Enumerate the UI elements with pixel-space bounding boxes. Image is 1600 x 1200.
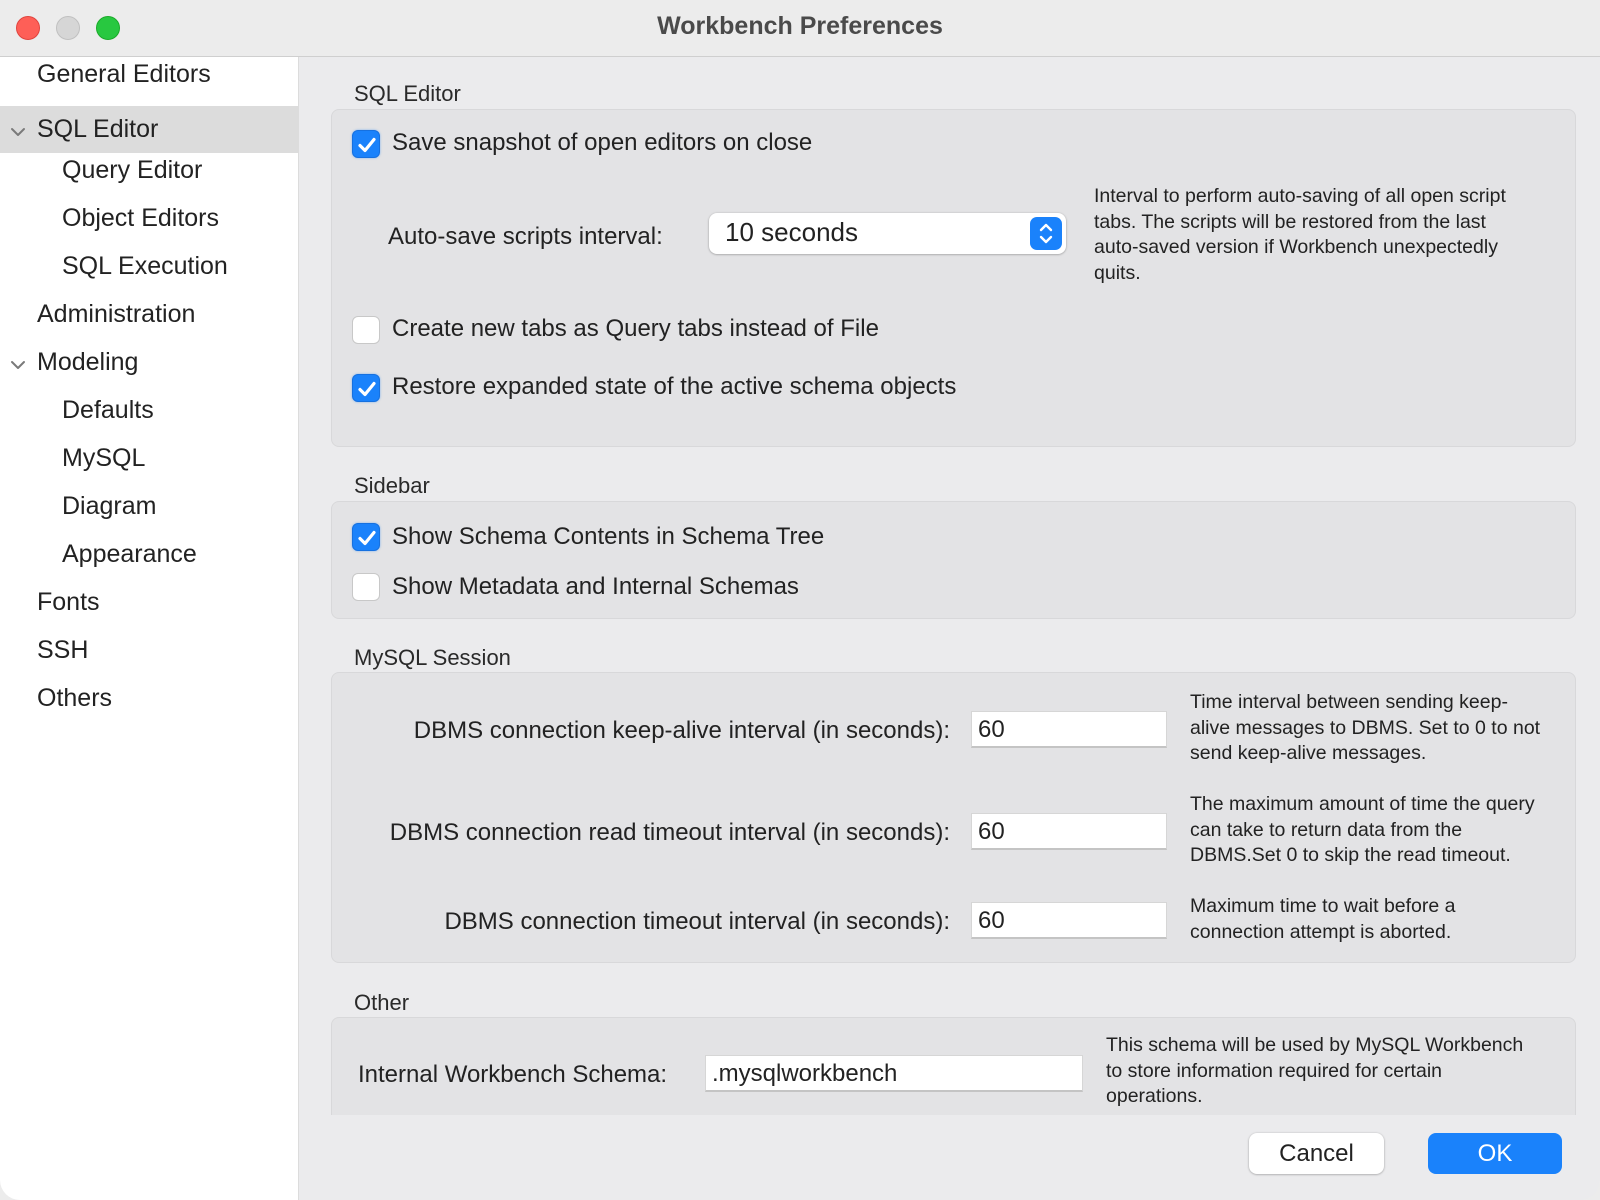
read-timeout-value: 60 [978, 818, 1005, 845]
sidebar-item-diagram[interactable]: Diagram [0, 483, 298, 530]
read-timeout-label: DBMS connection read timeout interval (i… [389, 819, 950, 846]
internal-schema-label: Internal Workbench Schema: [358, 1061, 668, 1088]
sidebar-item-modeling[interactable]: Modeling [0, 339, 298, 386]
description-line: can take to return data from the [1190, 818, 1463, 841]
checkmark-icon [358, 137, 376, 153]
show-metadata-checkbox[interactable] [352, 573, 380, 601]
sidebar-item-label: General Editors [37, 60, 211, 88]
internal-schema-input[interactable]: .mysqlworkbench [705, 1055, 1083, 1092]
restore-expanded-label[interactable]: Restore expanded state of the active sch… [392, 373, 956, 401]
connection-timeout-label: DBMS connection timeout interval (in sec… [444, 908, 950, 935]
section-label-other: Other [354, 990, 410, 1015]
sidebar-item-label: Administration [37, 300, 196, 328]
read-timeout-description: The maximum amount of time the query can… [1190, 792, 1600, 869]
sidebar-item-general-editors[interactable]: General Editors [0, 51, 298, 98]
title-bar: Workbench Preferences [0, 0, 1600, 57]
description-line: This schema will be used by MySQL Workbe… [1106, 1034, 1524, 1056]
sidebar-item-appearance[interactable]: Appearance [0, 531, 298, 578]
save-snapshot-label[interactable]: Save snapshot of open editors on close [392, 129, 812, 157]
description-line: Time interval between sending keep- [1190, 691, 1508, 713]
chevron-down-icon[interactable] [9, 122, 27, 140]
description-line: The maximum amount of time the query [1190, 793, 1535, 815]
sidebar-item-others[interactable]: Others [0, 675, 298, 722]
show-metadata-label[interactable]: Show Metadata and Internal Schemas [392, 573, 799, 601]
sidebar-item-label: SQL Execution [62, 252, 228, 280]
description-line: quits. [1094, 261, 1141, 284]
connection-timeout-description: Maximum time to wait before a connection… [1190, 894, 1600, 945]
checkmark-icon [358, 530, 376, 546]
keepalive-interval-label: DBMS connection keep-alive interval (in … [413, 717, 950, 744]
sidebar-item-fonts[interactable]: Fonts [0, 579, 298, 626]
keepalive-interval-input[interactable]: 60 [971, 711, 1167, 748]
sidebar-item-query-editor[interactable]: Query Editor [0, 147, 298, 194]
description-line: alive messages to DBMS. Set to 0 to not [1190, 716, 1541, 739]
save-snapshot-checkbox[interactable] [352, 130, 380, 158]
sidebar-item-label: SQL Editor [37, 115, 159, 143]
restore-expanded-checkbox[interactable] [352, 374, 380, 402]
connection-timeout-input[interactable]: 60 [971, 902, 1167, 939]
description-line: DBMS.Set 0 to skip the read timeout. [1190, 844, 1511, 866]
autosave-interval-label: Auto-save scripts interval: [388, 223, 663, 250]
sidebar-item-label: SSH [37, 636, 89, 664]
description-line: tabs. The scripts will be restored from … [1094, 210, 1486, 233]
sidebar-item-mysql[interactable]: MySQL [0, 435, 298, 482]
sidebar-item-ssh[interactable]: SSH [0, 627, 298, 674]
sidebar-item-sql-editor[interactable]: SQL Editor [0, 106, 298, 153]
keepalive-interval-value: 60 [978, 716, 1005, 743]
autosave-interval-select[interactable]: 10 seconds [709, 213, 1066, 254]
section-label-sql-editor: SQL Editor [354, 81, 461, 106]
sidebar-item-label: Others [37, 684, 113, 712]
preferences-window: Workbench Preferences General Editors SQ… [0, 0, 1600, 1200]
internal-schema-description: This schema will be used by MySQL Workbe… [1106, 1033, 1576, 1110]
section-label-sidebar: Sidebar [354, 473, 430, 498]
description-line: operations. [1106, 1085, 1203, 1107]
description-line: send keep-alive messages. [1190, 742, 1427, 764]
group-sidebar [331, 501, 1576, 619]
popup-arrows-icon [1030, 217, 1062, 250]
preferences-sidebar: General Editors SQL Editor Query Editor … [0, 57, 299, 1200]
sidebar-item-label: Fonts [37, 588, 100, 616]
sidebar-item-administration[interactable]: Administration [0, 291, 298, 338]
sidebar-item-defaults[interactable]: Defaults [0, 387, 298, 434]
sidebar-item-label: Defaults [62, 396, 154, 424]
checkmark-icon [358, 381, 376, 397]
sidebar-item-label: Modeling [37, 348, 139, 376]
autosave-interval-description: Interval to perform auto-saving of all o… [1094, 184, 1574, 286]
sidebar-item-label: Diagram [62, 492, 157, 520]
cancel-button[interactable]: Cancel [1249, 1133, 1384, 1174]
sidebar-item-label: MySQL [62, 444, 146, 472]
description-line: Interval to perform auto-saving of all o… [1094, 185, 1506, 207]
description-line: Maximum time to wait before a [1190, 895, 1456, 917]
show-schema-contents-label[interactable]: Show Schema Contents in Schema Tree [392, 523, 824, 551]
description-line: to store information required for certai… [1106, 1059, 1442, 1082]
chevron-down-icon[interactable] [9, 355, 27, 373]
connection-timeout-value: 60 [978, 907, 1005, 934]
query-tabs-label[interactable]: Create new tabs as Query tabs instead of… [392, 315, 879, 343]
sidebar-item-label: Object Editors [62, 204, 220, 232]
description-line: auto-saved version if Workbench unexpect… [1094, 236, 1498, 258]
autosave-interval-value: 10 seconds [725, 217, 858, 247]
window-title: Workbench Preferences [657, 12, 943, 40]
read-timeout-input[interactable]: 60 [971, 813, 1167, 850]
sidebar-item-label: Query Editor [62, 156, 203, 184]
show-schema-contents-checkbox[interactable] [352, 523, 380, 551]
description-line: connection attempt is aborted. [1190, 920, 1452, 943]
sidebar-item-object-editors[interactable]: Object Editors [0, 195, 298, 242]
section-label-mysql-session: MySQL Session [354, 645, 511, 670]
internal-schema-value: .mysqlworkbench [712, 1060, 898, 1087]
sidebar-item-sql-execution[interactable]: SQL Execution [0, 243, 298, 290]
sidebar-item-label: Appearance [62, 540, 197, 568]
ok-button[interactable]: OK [1428, 1133, 1562, 1174]
query-tabs-checkbox[interactable] [352, 316, 380, 344]
keepalive-interval-description: Time interval between sending keep- aliv… [1190, 690, 1600, 767]
